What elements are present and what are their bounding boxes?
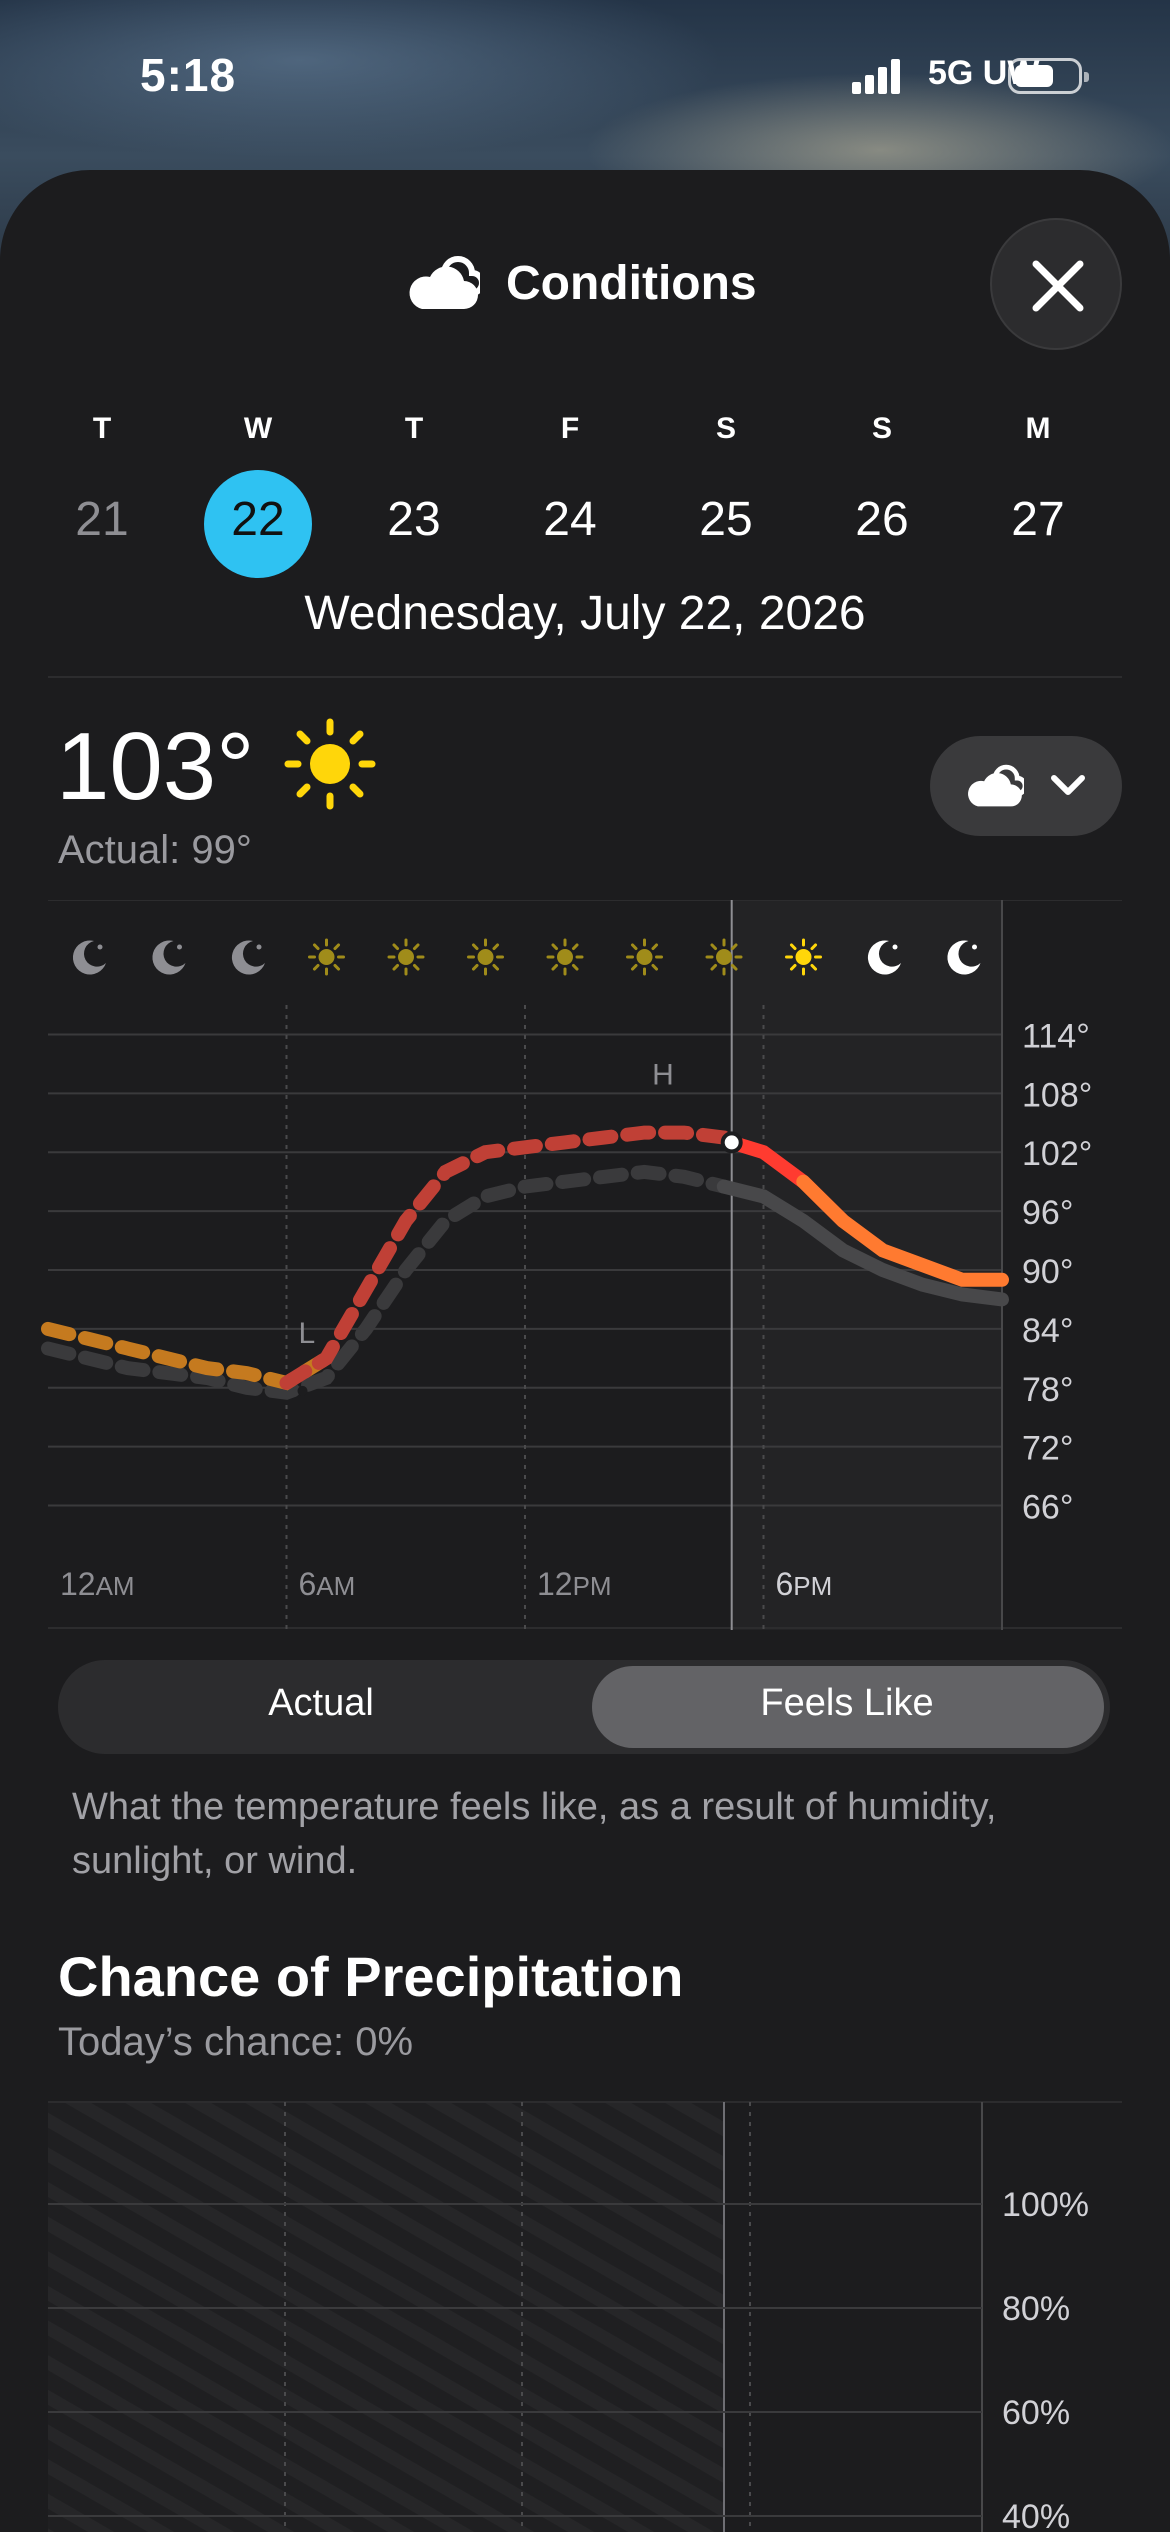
star-dot (256, 944, 262, 950)
sun-icon (318, 949, 335, 965)
x-tick-label: 12AM (60, 1566, 135, 1602)
y-tick-label: 114° (1022, 1017, 1090, 1055)
segment-feels-like[interactable]: Feels Like (584, 1682, 1110, 1725)
precipitation-subtitle: Today’s chance: 0% (58, 2020, 414, 2064)
star-dot (892, 944, 898, 950)
chevron-down-icon (1051, 775, 1085, 795)
sun-ray (571, 963, 579, 971)
sun-icon (716, 949, 732, 965)
x-tick-label: 6AM (299, 1566, 356, 1602)
day-button-21[interactable]: 21 (47, 492, 157, 547)
cloud-icon (409, 256, 480, 309)
temperature-chart[interactable]: 114° 108° 102° 96° 90° 84° 78° 72° 66° 12AM 6AM 12P… (0, 900, 1170, 1630)
x-tick-label: 6PM (776, 1566, 833, 1602)
y-tick-label: 102° (1022, 1135, 1092, 1173)
sun-icon (557, 949, 573, 965)
day-of-week-label: W (243, 412, 273, 445)
sun-ray (412, 963, 420, 971)
signal-icon (852, 58, 904, 94)
sun-ray (710, 943, 718, 951)
star-dot (177, 944, 182, 950)
day-button-24[interactable]: 24 (515, 492, 625, 547)
status-bar: 5:18 5G UW (0, 0, 1170, 150)
y-tick-label: 96° (1022, 1194, 1073, 1232)
current-point (720, 1131, 743, 1154)
star-dot (972, 944, 977, 950)
feels-like-description: What the temperature feels like, as a re… (72, 1786, 997, 1882)
day-of-week-label: T (404, 412, 424, 445)
sun-ray (412, 943, 420, 951)
day-button-25[interactable]: 25 (671, 492, 781, 547)
sun-icon (284, 718, 376, 810)
y-tick-label: 40% (1002, 2498, 1070, 2532)
sun-ray (312, 963, 320, 971)
day-button-27[interactable]: 27 (983, 492, 1093, 547)
high-marker: H (652, 1059, 674, 1092)
sun-ray (333, 943, 341, 951)
star-dot (97, 944, 103, 950)
actual-temperature-label: Actual: 99° (58, 828, 252, 872)
y-tick-label: 84° (1022, 1312, 1073, 1350)
sun-ray (492, 943, 500, 951)
actual-feelslike-toggle: Actual Feels Like (58, 1660, 1110, 1754)
y-tick-label: 66° (1022, 1489, 1073, 1527)
battery-icon (1008, 58, 1089, 94)
day-button-26[interactable]: 26 (827, 492, 937, 547)
x-tick-label: 12PM (537, 1566, 612, 1602)
day-of-week-label: F (560, 412, 580, 445)
sun-ray (551, 963, 559, 971)
y-tick-label: 78° (1022, 1371, 1073, 1409)
sun-ray (392, 963, 400, 971)
y-tick-label: 60% (1002, 2394, 1070, 2432)
sun-ray (492, 963, 500, 971)
divider (48, 676, 1122, 678)
sun-icon (795, 949, 812, 965)
sheet-title: Conditions (506, 257, 757, 310)
sun-ray (392, 943, 400, 951)
day-button-23[interactable]: 23 (359, 492, 469, 547)
precipitation-title: Chance of Precipitation (58, 1945, 684, 2008)
day-of-week-label: S (871, 412, 892, 445)
low-marker: L (299, 1317, 316, 1350)
sun-ray (471, 963, 479, 971)
current-temperature: 103° (56, 713, 255, 820)
past-hatch (48, 2102, 724, 2532)
y-tick-label: 108° (1022, 1076, 1092, 1114)
sun-icon (398, 949, 414, 965)
close-icon (1032, 260, 1084, 312)
sun-ray (630, 943, 638, 951)
sun-ray (471, 943, 479, 951)
sun-ray (651, 943, 659, 951)
y-tick-label: 72° (1022, 1430, 1073, 1468)
precipitation-chart[interactable]: 100% 80% 60% 40% (0, 2100, 1170, 2532)
sun-icon (636, 949, 653, 965)
y-tick-label: 90° (1022, 1253, 1073, 1291)
sun-ray (333, 963, 341, 971)
actual-series-past (41, 1164, 731, 1400)
sun-ray (312, 943, 320, 951)
low-dot (297, 1385, 308, 1396)
day-of-week-label: S (715, 412, 736, 445)
selected-date: Wednesday, July 22, 2026 (304, 587, 866, 640)
status-time: 5:18 (140, 49, 237, 101)
sun-icon (477, 949, 494, 965)
map-layer-button[interactable] (930, 736, 1122, 836)
cloud-icon (968, 764, 1024, 807)
day-of-week-label: M (1025, 412, 1051, 445)
sun-ray (571, 943, 579, 951)
close-button[interactable] (990, 218, 1122, 350)
day-button-22[interactable]: 22 (203, 492, 313, 547)
sun-ray (551, 943, 559, 951)
sun-ray (651, 963, 659, 971)
segment-actual[interactable]: Actual (58, 1682, 584, 1725)
day-of-week-label: T (92, 412, 112, 445)
sun-ray (630, 963, 638, 971)
y-tick-label: 100% (1002, 2186, 1089, 2224)
y-tick-label: 80% (1002, 2290, 1070, 2328)
sun-ray (710, 963, 718, 971)
